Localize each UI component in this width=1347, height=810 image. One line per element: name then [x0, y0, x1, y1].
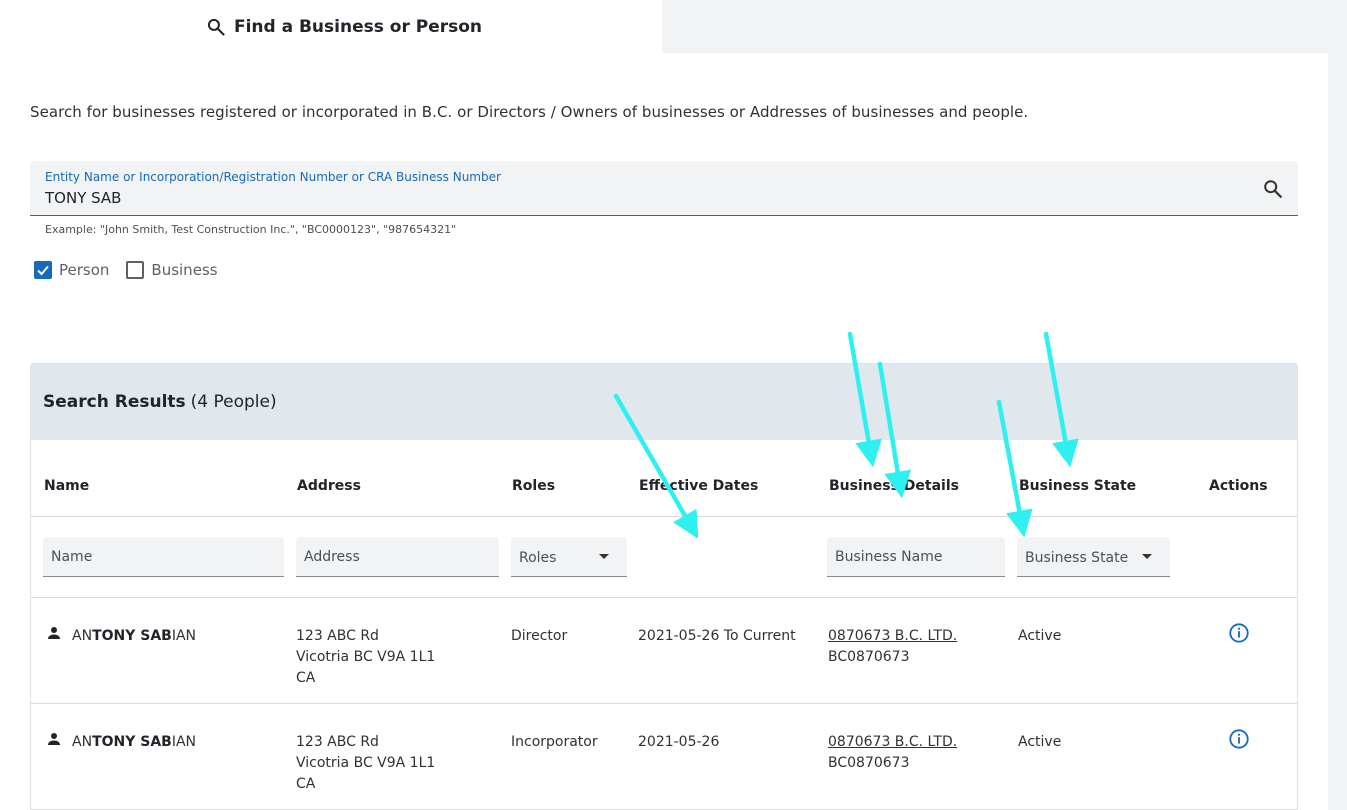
info-icon[interactable] [1228, 728, 1250, 750]
column-header-address[interactable]: Address [297, 478, 361, 494]
person-icon [48, 733, 60, 745]
business-details: 0870673 B.C. LTD. BC0870673 [828, 626, 957, 668]
person-checkbox[interactable] [34, 261, 52, 279]
dropdown-caret-icon [1142, 554, 1152, 559]
search-panel: Search for businesses registered or inco… [0, 53, 1328, 810]
roles-select[interactable]: Roles [511, 537, 627, 577]
business-number: BC0870673 [828, 755, 910, 771]
person-name: ANTONY SABIAN [72, 734, 197, 750]
business-state-select[interactable]: Business State [1017, 537, 1170, 577]
business-name-filter[interactable] [827, 537, 1005, 577]
business-name-link[interactable]: 0870673 B.C. LTD. [828, 732, 957, 753]
business-state: Active [1018, 734, 1062, 750]
info-icon[interactable] [1228, 622, 1250, 644]
column-header-actions: Actions [1209, 478, 1268, 494]
person-role: Incorporator [511, 734, 598, 750]
table-filter-row: Roles Business State [31, 517, 1297, 598]
business-name-link[interactable]: 0870673 B.C. LTD. [828, 626, 957, 647]
business-state: Active [1018, 628, 1062, 644]
business-name-filter-input[interactable] [827, 537, 1005, 576]
business-number: BC0870673 [828, 649, 910, 665]
table-row: ANTONY SABIAN 123 ABC Rd Vicotria BC V9A… [31, 598, 1297, 704]
name-filter-input[interactable] [43, 537, 284, 576]
person-icon [48, 627, 60, 639]
tab-find-business-or-person[interactable]: Find a Business or Person [0, 0, 662, 53]
address-filter-input[interactable] [296, 537, 499, 576]
column-header-business-details[interactable]: Business Details [829, 478, 959, 494]
checkmark-icon [37, 265, 49, 276]
business-state-select-label: Business State [1025, 550, 1129, 566]
column-header-roles[interactable]: Roles [512, 478, 555, 494]
results-header: Search Results (4 People) [31, 364, 1297, 440]
column-header-business-state[interactable]: Business State [1019, 478, 1136, 494]
person-checkbox-label[interactable]: Person [59, 261, 109, 279]
table-row: ANTONY SABIAN 123 ABC Rd Vicotria BC V9A… [31, 704, 1297, 810]
search-input[interactable] [45, 189, 1225, 207]
name-filter[interactable] [43, 537, 284, 577]
business-checkbox-label[interactable]: Business [151, 261, 217, 279]
results-count: (4 People) [190, 392, 277, 412]
entity-type-filters: Person Business [34, 261, 235, 279]
table-header-row: Name Address Roles Effective Dates Busin… [31, 440, 1297, 517]
person-role: Director [511, 628, 568, 644]
search-field[interactable]: Entity Name or Incorporation/Registratio… [30, 161, 1298, 216]
person-address: 123 ABC Rd Vicotria BC V9A 1L1 CA [296, 628, 436, 686]
business-details: 0870673 B.C. LTD. BC0870673 [828, 732, 957, 774]
dropdown-caret-icon [599, 554, 609, 559]
results-title: Search Results [43, 392, 186, 412]
tab-label: Find a Business or Person [233, 16, 483, 37]
effective-dates: 2021-05-26 [638, 734, 720, 750]
page-description: Search for businesses registered or inco… [30, 103, 1029, 121]
person-address: 123 ABC Rd Vicotria BC V9A 1L1 CA [296, 734, 436, 792]
search-field-label: Entity Name or Incorporation/Registratio… [45, 170, 501, 184]
search-icon[interactable] [1262, 178, 1284, 200]
search-icon [207, 18, 225, 36]
search-results-table: Search Results (4 People) Name Address R… [30, 363, 1298, 810]
person-name: ANTONY SABIAN [72, 628, 197, 644]
address-filter[interactable] [296, 537, 499, 577]
effective-dates: 2021-05-26 To Current [638, 628, 796, 644]
column-header-effective-dates[interactable]: Effective Dates [639, 478, 758, 494]
column-header-name[interactable]: Name [44, 478, 89, 494]
business-checkbox[interactable] [126, 261, 145, 279]
roles-select-label: Roles [519, 550, 557, 566]
search-hint: Example: "John Smith, Test Construction … [45, 223, 457, 236]
